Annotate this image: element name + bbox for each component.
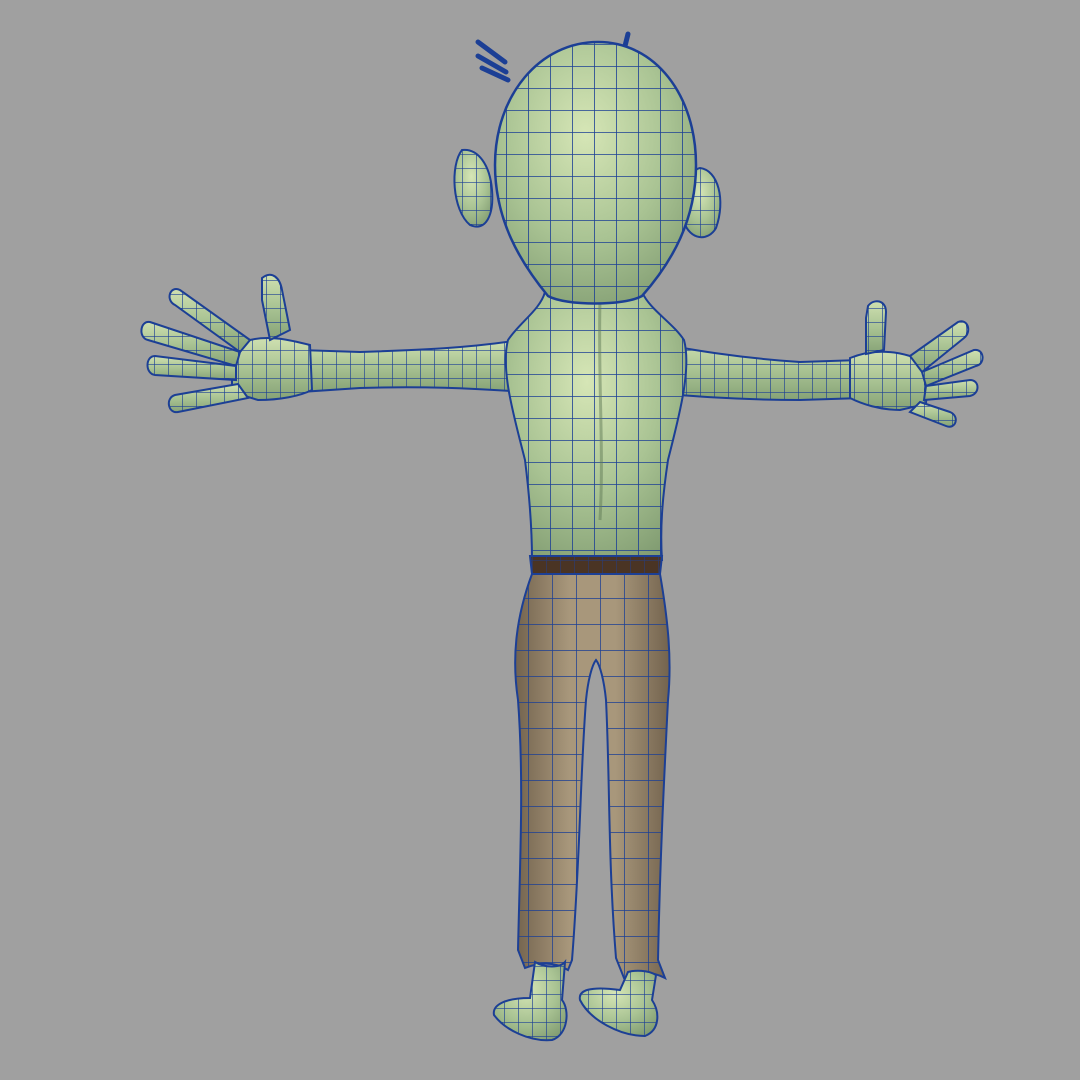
character-model[interactable] xyxy=(0,0,1080,1080)
pants xyxy=(514,573,671,981)
right-foot xyxy=(578,969,659,1038)
torso xyxy=(504,285,688,561)
belt xyxy=(528,555,664,575)
left-ear xyxy=(453,148,494,228)
left-foot xyxy=(492,958,568,1042)
right-hand-wire xyxy=(850,301,983,427)
viewport-3d[interactable] xyxy=(0,0,1080,1080)
left-arm xyxy=(299,338,527,394)
head xyxy=(493,40,698,305)
